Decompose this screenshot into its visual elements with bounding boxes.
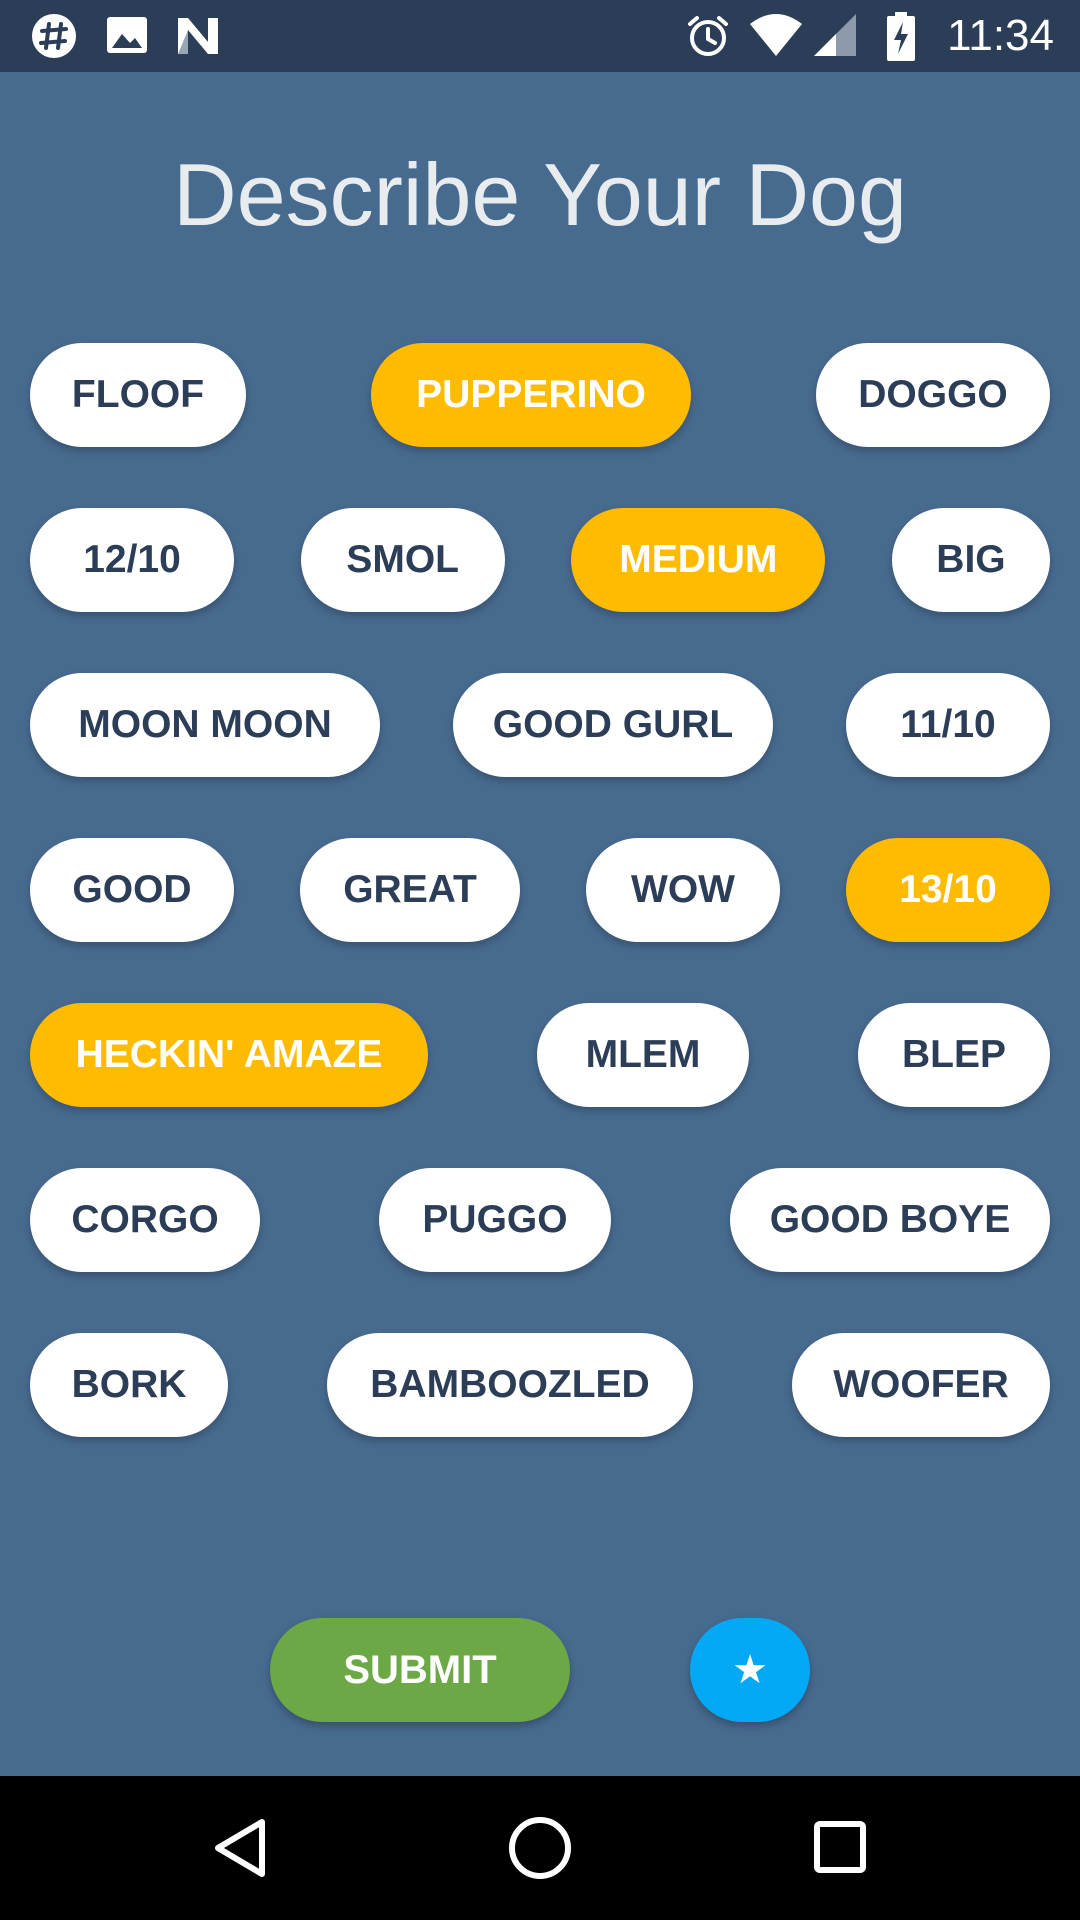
status-clock: 11:34 <box>947 11 1054 60</box>
wifi-icon <box>748 12 804 65</box>
chip-wow[interactable]: WOW <box>586 838 780 942</box>
submit-button[interactable]: SUBMIT <box>270 1618 570 1722</box>
image-icon <box>104 12 150 63</box>
chip-heckin-amaze[interactable]: HECKIN' AMAZE <box>30 1003 428 1107</box>
chip-row: GOOD GREAT WOW 13/10 <box>30 838 1050 942</box>
recents-icon[interactable] <box>812 1816 868 1885</box>
chip-mlem[interactable]: MLEM <box>537 1003 749 1107</box>
chip-blep[interactable]: BLEP <box>858 1003 1050 1107</box>
chip-row: CORGO PUGGO GOOD BOYE <box>30 1168 1050 1272</box>
chip-bamboozled[interactable]: BAMBOOZLED <box>327 1333 693 1437</box>
chip-doggo[interactable]: DOGGO <box>816 343 1050 447</box>
chip-row: FLOOF PUPPERINO DOGGO <box>30 343 1050 447</box>
signal-icon <box>812 12 858 65</box>
alarm-icon <box>684 12 732 65</box>
chip-woofer[interactable]: WOOFER <box>792 1333 1050 1437</box>
status-bar: 11:34 <box>0 0 1080 72</box>
chip-good-boye[interactable]: GOOD BOYE <box>730 1168 1050 1272</box>
chip-puggo[interactable]: PUGGO <box>379 1168 611 1272</box>
page-title: Describe Your Dog <box>173 145 907 244</box>
chip-11-10[interactable]: 11/10 <box>846 673 1050 777</box>
back-icon[interactable] <box>210 1816 274 1885</box>
chip-moon-moon[interactable]: MOON MOON <box>30 673 380 777</box>
chip-smol[interactable]: SMOL <box>300 508 505 612</box>
chip-good[interactable]: GOOD <box>30 838 234 942</box>
chip-good-gurl[interactable]: GOOD GURL <box>453 673 773 777</box>
slack-icon <box>30 12 78 65</box>
chip-floof[interactable]: FLOOF <box>30 343 246 447</box>
chip-pupperino[interactable]: PUPPERINO <box>371 343 691 447</box>
star-icon: ★ <box>732 1647 768 1693</box>
chip-great[interactable]: GREAT <box>300 838 520 942</box>
battery-charging-icon <box>886 12 916 67</box>
home-icon[interactable] <box>506 1816 574 1889</box>
chip-big[interactable]: BIG <box>891 508 1050 612</box>
chip-row: HECKIN' AMAZE MLEM BLEP <box>30 1003 1050 1107</box>
favorite-fab[interactable]: ★ <box>690 1618 810 1722</box>
navigation-bar <box>0 1776 1080 1920</box>
chip-corgo[interactable]: CORGO <box>30 1168 260 1272</box>
chip-medium[interactable]: MEDIUM <box>571 508 826 612</box>
chip-row: MOON MOON GOOD GURL 11/10 <box>30 673 1050 777</box>
n-icon <box>174 12 222 65</box>
chip-row: BORK BAMBOOZLED WOOFER <box>30 1333 1050 1437</box>
chip-row: 12/10 SMOL MEDIUM BIG <box>30 508 1050 612</box>
chip-12-10[interactable]: 12/10 <box>30 508 234 612</box>
chip-bork[interactable]: BORK <box>30 1333 228 1437</box>
chip-13-10[interactable]: 13/10 <box>846 838 1050 942</box>
